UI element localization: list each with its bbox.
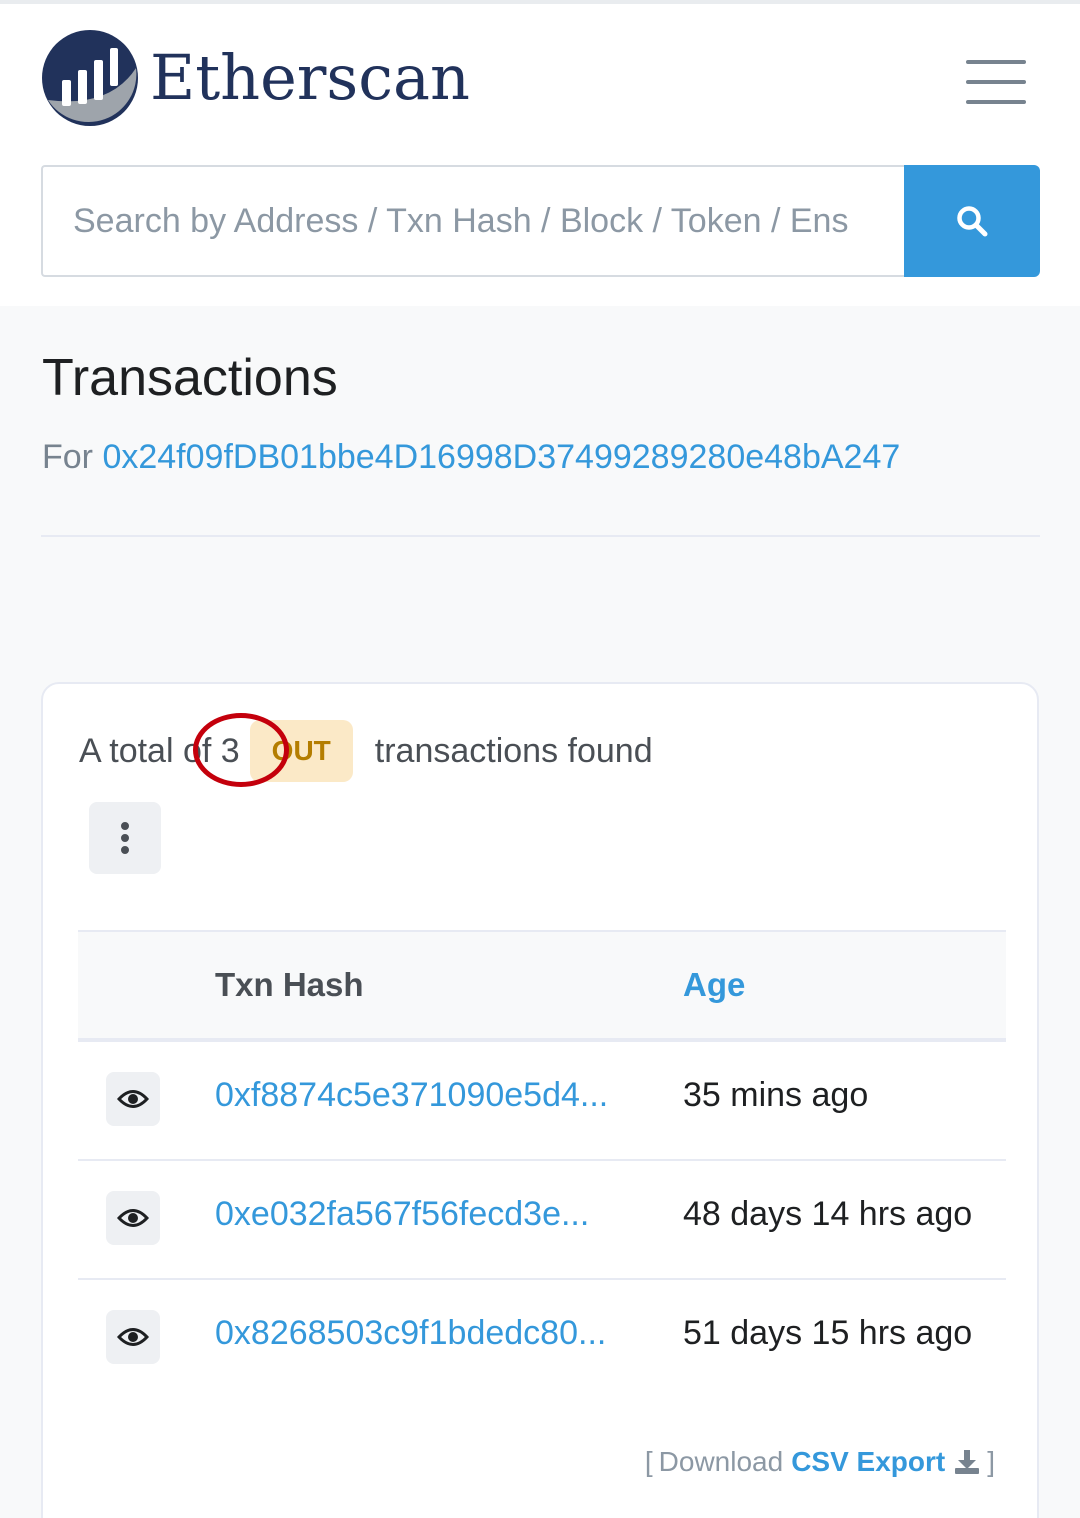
divider (41, 535, 1040, 537)
search-button[interactable] (904, 165, 1040, 277)
txn-age: 35 mins ago (683, 1076, 869, 1114)
more-options-button[interactable] (89, 802, 161, 874)
site-header: Etherscan (0, 0, 1080, 306)
transactions-card: A total of 3 OUT transactions found Txn … (41, 682, 1039, 1518)
table-row: 0x8268503c9f1bdedc80... 51 days 15 hrs a… (78, 1280, 1006, 1399)
summary-prefix: A total of 3 (79, 731, 240, 770)
table-row: 0xe032fa567f56fecd3e... 48 days 14 hrs a… (78, 1161, 1006, 1280)
for-label: For (42, 438, 93, 476)
column-header-age[interactable]: Age (683, 966, 745, 1004)
txn-age: 48 days 14 hrs ago (683, 1195, 973, 1233)
etherscan-logo[interactable]: Etherscan (40, 26, 470, 130)
download-icon (955, 1450, 980, 1474)
txn-hash-link[interactable]: 0xe032fa567f56fecd3e... (215, 1195, 589, 1234)
etherscan-logo-icon (42, 30, 138, 126)
brand-name: Etherscan (150, 41, 470, 114)
page-title: Transactions (42, 349, 338, 407)
out-badge: OUT (249, 720, 353, 782)
download-label: Download (658, 1446, 784, 1477)
eye-icon[interactable] (106, 1191, 160, 1245)
eye-icon[interactable] (106, 1072, 160, 1126)
csv-export: [ Download CSV Export ] (645, 1446, 995, 1478)
txn-hash-link[interactable]: 0x8268503c9f1bdedc80... (215, 1314, 606, 1353)
bracket-open: [ (644, 1446, 653, 1477)
summary-suffix: transactions found (374, 731, 653, 770)
search-input[interactable] (41, 165, 904, 277)
address-line: For 0x24f09fDB01bbe4D16998D37499289280e4… (42, 438, 900, 477)
vertical-dots-icon (121, 822, 129, 830)
txn-age: 51 days 15 hrs ago (683, 1314, 973, 1352)
hamburger-menu-icon[interactable] (966, 60, 1026, 104)
address-link[interactable]: 0x24f09fDB01bbe4D16998D37499289280e48bA2… (102, 438, 900, 476)
search-icon (957, 206, 988, 237)
bracket-close: ] (987, 1446, 995, 1477)
eye-icon[interactable] (106, 1310, 160, 1364)
table-row: 0xf8874c5e371090e5d4... 35 mins ago (78, 1042, 1006, 1161)
table-header: Txn Hash Age (78, 930, 1006, 1042)
search-bar (41, 165, 1040, 277)
transactions-table: Txn Hash Age 0xf8874c5e371090e5d4... 35 … (78, 930, 1006, 1399)
transactions-summary: A total of 3 OUT transactions found (79, 720, 653, 782)
txn-hash-link[interactable]: 0xf8874c5e371090e5d4... (215, 1076, 608, 1115)
csv-export-label: CSV Export (791, 1446, 946, 1477)
csv-export-link[interactable]: CSV Export (791, 1446, 981, 1478)
column-header-txn-hash: Txn Hash (215, 966, 364, 1003)
